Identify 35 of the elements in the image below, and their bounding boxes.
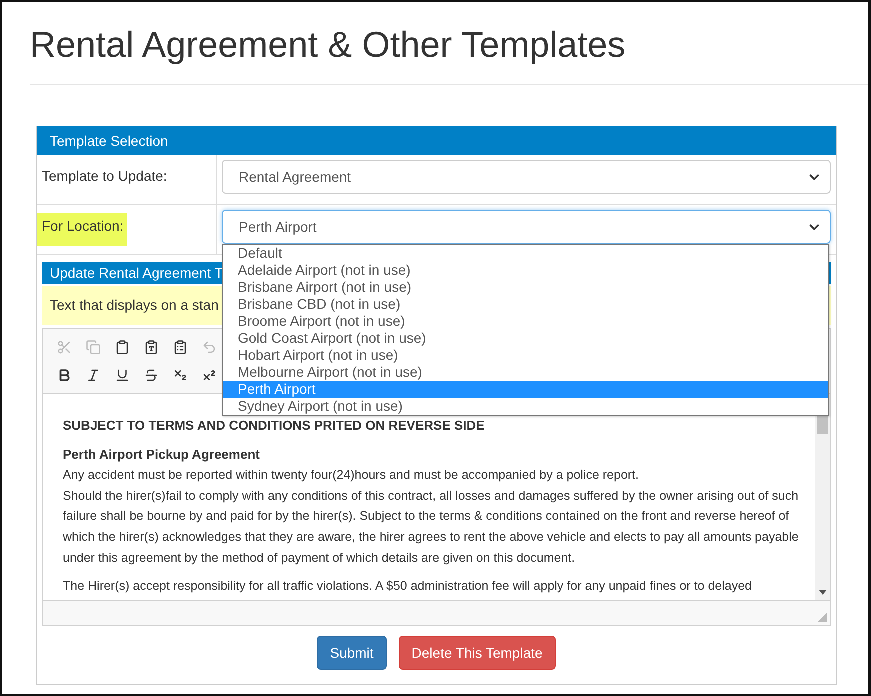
dropdown-option[interactable]: Default — [223, 245, 828, 262]
strikethrough-icon — [144, 368, 159, 382]
document-heading: SUBJECT TO TERMS AND CONDITIONS PRITED ON REVERSE SIDE — [63, 417, 486, 435]
dropdown-option[interactable]: Sydney Airport (not in use) — [223, 398, 828, 415]
paste-text-icon — [144, 340, 159, 354]
document-paragraph: The Hirer(s) accept responsibility for all traffic violations. A $50 administration fee will apply for any unpaid fines or to delayed — [63, 578, 754, 596]
dropdown-option[interactable]: Brisbane Airport (not in use) — [223, 279, 828, 296]
italic-icon — [86, 368, 101, 382]
location-select[interactable]: Perth Airport — [222, 210, 831, 244]
underline-icon — [115, 368, 130, 382]
superscript-icon — [202, 368, 217, 382]
dropdown-option[interactable]: Adelaide Airport (not in use) — [223, 262, 828, 279]
delete-button[interactable]: Delete This Template — [398, 636, 556, 670]
scrollbar[interactable] — [815, 394, 830, 600]
dropdown-option[interactable]: Hobart Airport (not in use) — [223, 347, 828, 364]
dropdown-option[interactable]: Melbourne Airport (not in use) — [223, 364, 828, 381]
submit-button[interactable]: Submit — [317, 636, 387, 670]
document-subheading: Perth Airport Pickup Agreement — [63, 446, 261, 464]
resize-handle[interactable] — [818, 613, 827, 622]
dropdown-option[interactable]: Gold Coast Airport (not in use) — [223, 330, 828, 347]
template-select[interactable]: Rental Agreement — [222, 160, 831, 194]
panel-header: Template Selection — [37, 126, 836, 155]
subscript-icon — [173, 368, 188, 382]
paste-word-icon — [173, 340, 188, 354]
field-label: Template to Update: — [41, 167, 168, 186]
highlighted-field-label: For Location: — [37, 213, 127, 246]
dropdown-option[interactable]: Brisbane CBD (not in use) — [223, 296, 828, 313]
document-paragraph: Any accident must be reported within twenty four(24)hours and must be accompanied by a police report. Should the hirer(s)fail to comply with any conditions of this contract, all losses and damages suffered by the owner arising out of such failure shall be bourne by and paid for by the hirer(s). Subject to the terms & conditions contained on the front and reverse hereof of which the hirer(s) acknowledges that they are aware, the hirer agrees to rent the above vehicle and elects to pay all amounts payable under this agreement by the method of payment of which details are given on this document. — [63, 467, 800, 567]
cut-icon — [57, 340, 72, 354]
page-title: Rental Agreement & Other Templates — [30, 23, 627, 67]
paste-icon — [115, 340, 130, 354]
bold-icon — [57, 368, 72, 382]
undo-icon — [202, 340, 217, 354]
dropdown-option[interactable]: Broome Airport (not in use) — [223, 313, 828, 330]
copy-icon — [86, 340, 101, 354]
